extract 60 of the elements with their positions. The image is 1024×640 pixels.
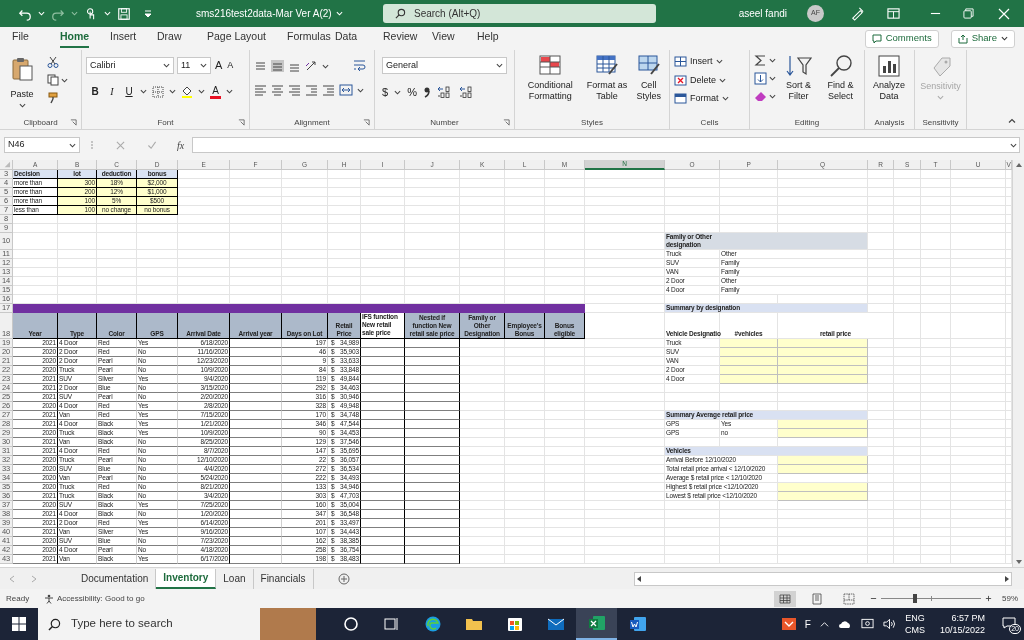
paste-button[interactable]: Paste xyxy=(4,54,40,109)
menu-tab[interactable]: Data xyxy=(335,27,383,50)
underline-button[interactable]: U xyxy=(123,84,135,99)
format-as-table-button[interactable]: Format as Table xyxy=(586,54,628,102)
clock-date[interactable]: 10/15/2022 xyxy=(939,624,985,636)
font-color-button[interactable]: A xyxy=(210,84,221,99)
sort-filter-button[interactable]: Sort & Filter xyxy=(779,54,818,102)
keyboard-layout[interactable]: CMS xyxy=(904,624,925,636)
menu-tab[interactable]: Insert xyxy=(110,27,157,50)
find-select-button[interactable]: Find & Select xyxy=(821,54,860,102)
grow-font-button[interactable]: A xyxy=(214,57,224,74)
group-label: Styles xyxy=(581,116,603,129)
share-button[interactable]: Share xyxy=(950,29,1015,48)
taskbar-search-field[interactable]: Type here to search xyxy=(71,615,221,633)
group-label: Number xyxy=(430,116,459,129)
comments-button[interactable]: Comments xyxy=(864,29,939,48)
group-label: Clipboard xyxy=(23,116,58,129)
status-mode: Ready xyxy=(6,592,31,605)
tray-letter[interactable]: F xyxy=(804,616,811,632)
delete-button[interactable]: Delete xyxy=(674,73,729,87)
group-label: Sensitivity xyxy=(922,116,959,129)
format-button[interactable]: Format xyxy=(674,92,729,106)
clock-time[interactable]: 6:57 PM xyxy=(951,612,985,624)
group-label: Analysis xyxy=(874,116,905,129)
taskbar-search-box[interactable]: Type here to search xyxy=(38,608,316,640)
percent-button[interactable]: % xyxy=(407,84,417,101)
menu-tab[interactable]: Page Layout xyxy=(207,27,287,50)
menu-tab[interactable]: Draw xyxy=(157,27,207,50)
user-name: aseel fandi xyxy=(738,7,787,21)
group-label: Alignment xyxy=(294,116,330,129)
menu-tab[interactable]: Help xyxy=(477,27,522,50)
bold-button[interactable]: B xyxy=(89,84,101,99)
search-field[interactable]: Search (Alt+Q) xyxy=(383,4,656,23)
sheet-tab[interactable]: Inventory xyxy=(156,568,217,589)
insert-button[interactable]: Insert xyxy=(674,55,729,69)
name-box[interactable]: N46 xyxy=(4,137,80,153)
italic-button[interactable]: I xyxy=(106,84,118,99)
font-size-dropdown[interactable]: 11 xyxy=(177,57,211,74)
currency-button[interactable]: $ xyxy=(382,84,389,101)
document-title[interactable]: sms216test2data-Mar Ver A(2) xyxy=(190,6,380,21)
cell-styles-button[interactable]: Cell Styles xyxy=(633,54,664,102)
sheet-tab[interactable]: Loan xyxy=(216,568,254,589)
menu-tab[interactable]: Review xyxy=(383,27,432,50)
conditional-formatting-button[interactable]: Conditional Formatting xyxy=(520,54,581,102)
font-name-dropdown[interactable]: Calibri xyxy=(86,57,174,74)
menu-tab[interactable]: View xyxy=(432,27,477,50)
group-label: Cells xyxy=(700,116,719,129)
insert-function-button[interactable]: fx xyxy=(177,137,185,153)
sheet-tab[interactable]: Financials xyxy=(253,568,314,589)
menu-tab[interactable]: Formulas xyxy=(287,27,335,50)
analyze-data-button[interactable]: Analyze Data xyxy=(869,54,909,102)
shrink-font-button[interactable]: A xyxy=(226,58,235,73)
menu-tab[interactable]: File xyxy=(12,27,60,50)
language-indicator[interactable]: ENG xyxy=(905,612,925,624)
menu-tab[interactable]: Home xyxy=(60,27,110,50)
group-label: Font xyxy=(157,116,174,129)
group-label: Editing xyxy=(794,116,820,129)
accessibility-status[interactable]: Accessibility: Good to go xyxy=(57,592,145,605)
number-format-dropdown[interactable]: General xyxy=(382,57,507,74)
zoom-level[interactable]: 59% xyxy=(1002,592,1018,605)
